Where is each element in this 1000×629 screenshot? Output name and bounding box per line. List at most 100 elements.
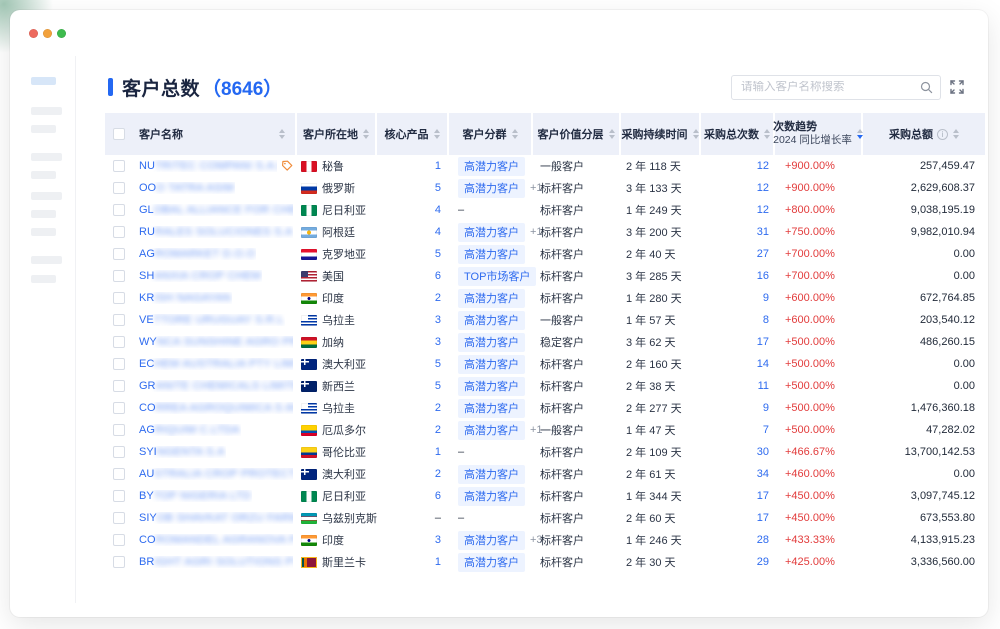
- purchase-count-link[interactable]: 8: [763, 314, 769, 326]
- column-header-location[interactable]: 客户所在地: [297, 113, 377, 155]
- purchase-count-link[interactable]: 9: [763, 292, 769, 304]
- row-checkbox[interactable]: [113, 314, 125, 326]
- core-product-count-link[interactable]: –: [435, 512, 441, 524]
- customer-name-link[interactable]: VETTORE URUGUAY S.R.L: [139, 314, 285, 326]
- row-checkbox[interactable]: [113, 556, 125, 568]
- column-header-segment[interactable]: 客户分群: [449, 113, 533, 155]
- row-checkbox[interactable]: [113, 490, 125, 502]
- customer-name-link[interactable]: AUSTRALIA CROP PROTECTIONP...: [139, 468, 293, 480]
- column-header-value-tier[interactable]: 客户价值分层: [533, 113, 621, 155]
- select-all-checkbox[interactable]: [113, 128, 125, 140]
- row-checkbox[interactable]: [113, 468, 125, 480]
- core-product-count-link[interactable]: 2: [435, 468, 441, 480]
- row-checkbox[interactable]: [113, 226, 125, 238]
- customer-name-link[interactable]: WYNCA SUNSHINE AGRO PRODU...: [139, 336, 293, 348]
- customer-name-link[interactable]: GRANITE CHEMICALS LIMITED: [139, 380, 293, 392]
- core-product-count-link[interactable]: 3: [435, 534, 441, 546]
- purchase-count-link[interactable]: 34: [757, 468, 769, 480]
- row-checkbox[interactable]: [113, 292, 125, 304]
- core-product-count-link[interactable]: 5: [435, 248, 441, 260]
- purchase-count-link[interactable]: 12: [757, 204, 769, 216]
- sidebar-item[interactable]: [31, 171, 56, 179]
- row-checkbox[interactable]: [113, 512, 125, 524]
- search-icon[interactable]: [920, 81, 933, 94]
- sidebar-item-active[interactable]: [31, 77, 56, 85]
- sort-icon[interactable]: [279, 129, 285, 139]
- customer-name-link[interactable]: BRIGHT AGRI SOLUTIONS PVTLTD: [139, 556, 293, 568]
- customer-name-link[interactable]: AGRIQUIM C.LTDA: [139, 424, 241, 436]
- core-product-count-link[interactable]: 1: [435, 556, 441, 568]
- core-product-count-link[interactable]: 5: [435, 380, 441, 392]
- column-header-duration[interactable]: 采购持续时间: [621, 113, 701, 155]
- purchase-count-link[interactable]: 14: [757, 358, 769, 370]
- row-checkbox[interactable]: [113, 380, 125, 392]
- core-product-count-link[interactable]: 1: [435, 160, 441, 172]
- row-checkbox[interactable]: [113, 204, 125, 216]
- sort-icon-active-desc[interactable]: [857, 129, 863, 139]
- customer-name-link[interactable]: SYINGENTA S.A: [139, 446, 226, 458]
- sort-icon[interactable]: [512, 129, 518, 139]
- purchase-count-link[interactable]: 16: [757, 270, 769, 282]
- core-product-count-link[interactable]: 2: [435, 402, 441, 414]
- row-checkbox[interactable]: [113, 160, 125, 172]
- core-product-count-link[interactable]: 6: [435, 270, 441, 282]
- purchase-count-link[interactable]: 12: [757, 182, 769, 194]
- purchase-count-link[interactable]: 28: [757, 534, 769, 546]
- sidebar-item[interactable]: [31, 256, 62, 264]
- customer-name-link[interactable]: CORREA AGROQUIMICA S ANDR...: [139, 402, 293, 414]
- core-product-count-link[interactable]: 2: [435, 424, 441, 436]
- row-checkbox[interactable]: [113, 446, 125, 458]
- minimize-window-button[interactable]: [43, 29, 52, 38]
- column-header-customer-name[interactable]: 客户名称: [105, 113, 297, 155]
- purchase-count-link[interactable]: 29: [757, 556, 769, 568]
- search-input[interactable]: [741, 81, 920, 93]
- customer-name-link[interactable]: OOO TATRA ASIM: [139, 182, 235, 194]
- column-header-amount[interactable]: 采购总额 i: [863, 113, 985, 155]
- sidebar-item[interactable]: [31, 275, 56, 283]
- purchase-count-link[interactable]: 12: [757, 160, 769, 172]
- customer-name-link[interactable]: BYTOP NIGERIA LTD: [139, 490, 252, 502]
- row-checkbox[interactable]: [113, 534, 125, 546]
- close-window-button[interactable]: [29, 29, 38, 38]
- core-product-count-link[interactable]: 4: [435, 226, 441, 238]
- core-product-count-link[interactable]: 5: [435, 182, 441, 194]
- sidebar-item[interactable]: [31, 228, 56, 236]
- purchase-count-link[interactable]: 31: [757, 226, 769, 238]
- customer-name-link[interactable]: COROMANDEL AGRANOVA PRIVATE ...: [139, 534, 293, 546]
- row-checkbox[interactable]: [113, 248, 125, 260]
- row-checkbox[interactable]: [113, 402, 125, 414]
- row-checkbox[interactable]: [113, 336, 125, 348]
- sort-icon[interactable]: [953, 129, 959, 139]
- core-product-count-link[interactable]: 4: [435, 204, 441, 216]
- purchase-count-link[interactable]: 17: [757, 490, 769, 502]
- sort-icon[interactable]: [693, 129, 699, 139]
- core-product-count-link[interactable]: 2: [435, 292, 441, 304]
- purchase-count-link[interactable]: 7: [763, 424, 769, 436]
- purchase-count-link[interactable]: 9: [763, 402, 769, 414]
- core-product-count-link[interactable]: 3: [435, 336, 441, 348]
- purchase-count-link[interactable]: 30: [757, 446, 769, 458]
- sidebar-item[interactable]: [31, 153, 62, 161]
- row-checkbox[interactable]: [113, 358, 125, 370]
- customer-name-link[interactable]: GLOBAL ALLIANCE FOR CHEMICA...: [139, 204, 293, 216]
- core-product-count-link[interactable]: 1: [435, 446, 441, 458]
- column-header-trend[interactable]: 次数趋势 2024 同比增长率: [775, 113, 863, 155]
- sort-icon[interactable]: [434, 129, 440, 139]
- row-checkbox[interactable]: [113, 182, 125, 194]
- column-header-core-product[interactable]: 核心产品: [377, 113, 449, 155]
- core-product-count-link[interactable]: 5: [435, 358, 441, 370]
- sort-icon[interactable]: [764, 129, 770, 139]
- customer-name-link[interactable]: KRISH NAGAYAN: [139, 292, 232, 304]
- info-icon[interactable]: i: [937, 129, 948, 140]
- customer-name-link[interactable]: RURALES SOLUCIONES S.A: [139, 226, 293, 238]
- customer-name-link[interactable]: NUTRITEC COMPANI S.A.C: [139, 160, 277, 172]
- sort-icon[interactable]: [363, 129, 369, 139]
- sidebar-item[interactable]: [31, 192, 62, 200]
- customer-name-link[interactable]: AGROMARKET D.O.O: [139, 248, 256, 260]
- zoom-window-button[interactable]: [57, 29, 66, 38]
- purchase-count-link[interactable]: 17: [757, 336, 769, 348]
- sort-icon[interactable]: [609, 129, 615, 139]
- row-checkbox[interactable]: [113, 424, 125, 436]
- sidebar-item[interactable]: [31, 125, 56, 133]
- core-product-count-link[interactable]: 6: [435, 490, 441, 502]
